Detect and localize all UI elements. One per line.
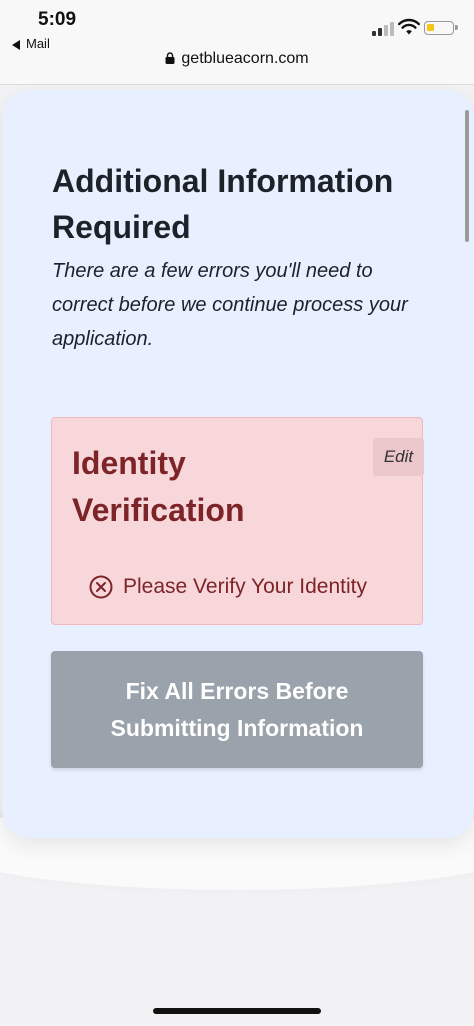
back-arrow-icon xyxy=(12,39,20,50)
page-title: Additional Information Required xyxy=(52,163,394,245)
phone-screen: 5:09 Mail getblueacorn.com Additional In… xyxy=(0,0,474,1026)
back-to-app-link[interactable]: Mail xyxy=(12,36,50,51)
address-bar[interactable]: getblueacorn.com xyxy=(0,50,474,68)
status-bar: 5:09 Mail getblueacorn.com xyxy=(0,0,474,85)
error-message: Please Verify Your Identity xyxy=(89,571,367,603)
battery-icon xyxy=(424,21,458,35)
scrollbar[interactable] xyxy=(465,110,469,242)
section-title: Identity Verification xyxy=(72,445,245,528)
edit-button[interactable]: Edit xyxy=(373,438,424,476)
back-app-label: Mail xyxy=(26,36,50,51)
battery-level xyxy=(427,24,434,31)
submit-button[interactable]: Fix All Errors Before Submitting Informa… xyxy=(51,651,423,768)
wifi-icon xyxy=(398,18,420,35)
error-text: Please Verify Your Identity xyxy=(123,575,367,598)
url-text: getblueacorn.com xyxy=(181,50,309,67)
signal-icon xyxy=(372,20,396,36)
battery-nub xyxy=(455,25,458,30)
lock-icon xyxy=(165,52,175,64)
circle-x-icon xyxy=(89,575,113,599)
page-subtitle: There are a few errors you'll need to co… xyxy=(52,260,408,350)
status-time: 5:09 xyxy=(38,9,77,30)
home-indicator[interactable] xyxy=(153,1008,321,1014)
